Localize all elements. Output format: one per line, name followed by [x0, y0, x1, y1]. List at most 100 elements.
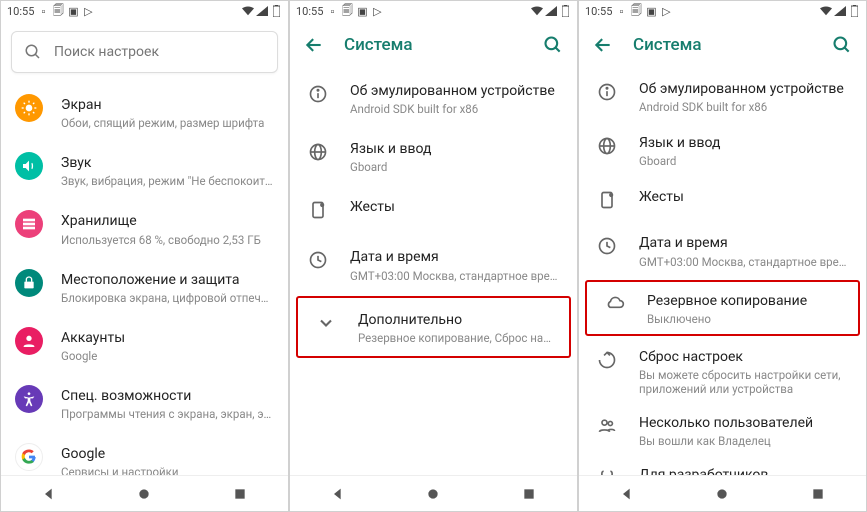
row-title: Звук [61, 154, 274, 172]
signal-icon [545, 5, 557, 17]
row-title: Аккаунты [61, 329, 274, 347]
box-icon: ▫ [37, 5, 49, 17]
row-about[interactable]: Об эмулированном устройствеAndroid SDK b… [290, 69, 577, 127]
nav-home[interactable] [712, 484, 732, 504]
row-accessibility[interactable]: Спец. возможности Программы чтения с экра… [1, 374, 288, 432]
page-title: Система [633, 35, 812, 55]
row-datetime[interactable]: Дата и времяGMT+03:00 Москва, стандартно… [579, 223, 866, 277]
row-language[interactable]: Язык и вводGboard [579, 123, 866, 177]
globe-icon [593, 132, 621, 160]
sound-icon [15, 152, 43, 180]
search-icon [24, 43, 42, 61]
nav-back[interactable] [39, 484, 59, 504]
row-sub: Gboard [639, 154, 852, 168]
row-title: Хранилище [61, 212, 274, 230]
back-button[interactable] [302, 33, 326, 57]
row-sub: Выключено [647, 312, 844, 326]
nav-back[interactable] [328, 484, 348, 504]
row-security[interactable]: Местоположение и защита Блокировка экрана… [1, 258, 288, 316]
row-storage[interactable]: ХранилищеИспользуется 68 %, свободно 2,5… [1, 199, 288, 257]
row-datetime[interactable]: Дата и время GMT+03:00 Москва, стандартно… [290, 235, 577, 293]
status-time: 10:55 [585, 5, 612, 18]
row-title: Сброс настроек [639, 348, 852, 366]
developer-icon [593, 464, 621, 475]
nav-home[interactable] [134, 484, 154, 504]
nav-bar [1, 475, 288, 511]
search-input[interactable] [54, 44, 265, 60]
row-sub: Блокировка экрана, цифровой отпечаток [61, 291, 274, 305]
nav-home[interactable] [423, 484, 443, 504]
clock-icon [304, 246, 332, 274]
gesture-icon [593, 186, 621, 214]
row-google[interactable]: Google Сервисы и настройки [1, 432, 288, 475]
row-title: Жесты [639, 188, 852, 206]
lock-icon [15, 269, 43, 297]
row-title: Google [61, 445, 274, 463]
row-sub: Google [61, 349, 274, 363]
row-accounts[interactable]: Аккаунты Google [1, 316, 288, 374]
row-reset[interactable]: Сброс настроек Вы можете сбросить настрой… [579, 338, 866, 404]
system-list: Об эмулированном устройствеAndroid SDK b… [579, 69, 866, 475]
row-title: Спец. возможности [61, 387, 274, 405]
row-users[interactable]: Несколько пользователейВы вошли как Влад… [579, 404, 866, 456]
row-title: Дата и время [639, 234, 852, 252]
nav-recent[interactable] [230, 484, 250, 504]
row-title: Местоположение и защита [61, 271, 274, 289]
row-title: Дата и время [350, 248, 563, 266]
row-sub: GMT+03:00 Москва, стандартное время [350, 269, 563, 283]
play-icon: ▷ [371, 5, 383, 17]
settings-search[interactable] [11, 31, 278, 73]
search-button[interactable] [541, 33, 565, 57]
storage-icon [15, 210, 43, 238]
file-icon: 🗐 [52, 5, 64, 17]
box-icon: ▫ [615, 5, 627, 17]
row-title: Дополнительно [358, 311, 555, 329]
row-developer[interactable]: Для разработчиков [579, 456, 866, 475]
display-icon [15, 94, 43, 122]
nav-recent[interactable] [808, 484, 828, 504]
back-button[interactable] [591, 33, 615, 57]
file-icon: 🗐 [341, 5, 353, 17]
row-language[interactable]: Язык и вводGboard [290, 127, 577, 185]
status-time: 10:55 [7, 5, 34, 18]
row-backup[interactable]: Резервное копированиеВыключено [585, 280, 860, 336]
search-button[interactable] [830, 33, 854, 57]
settings-main-panel: 10:55 ▫ 🗐 ▣ ▷ ЭкранОбои, спящий режим, р… [0, 0, 289, 512]
play-icon: ▷ [660, 5, 672, 17]
row-advanced[interactable]: ДополнительноРезервное копирование, Сбро… [296, 296, 571, 358]
status-bar: 10:55▫🗐▣▷ [290, 1, 577, 21]
row-sound[interactable]: ЗвукЗвук, вибрация, режим "Не беспокоить… [1, 141, 288, 199]
row-title: Для разработчиков [639, 466, 852, 475]
system-list: Об эмулированном устройствеAndroid SDK b… [290, 69, 577, 475]
nav-back[interactable] [617, 484, 637, 504]
signal-icon [256, 5, 268, 17]
system-panel-expanded: 10:55▫🗐▣▷ Система Об эмулированном устро… [578, 0, 867, 512]
wifi-icon [242, 5, 254, 17]
row-display[interactable]: ЭкранОбои, спящий режим, размер шрифта [1, 83, 288, 141]
settings-list: ЭкранОбои, спящий режим, размер шрифта З… [1, 83, 288, 475]
signal-icon [834, 5, 846, 17]
row-title: Язык и ввод [350, 140, 563, 158]
row-title: Несколько пользователей [639, 414, 852, 432]
row-title: Об эмулированном устройстве [639, 80, 852, 98]
nav-recent[interactable] [519, 484, 539, 504]
gesture-icon [304, 196, 332, 224]
wifi-icon [820, 5, 832, 17]
row-about[interactable]: Об эмулированном устройствеAndroid SDK b… [579, 69, 866, 123]
row-sub: Программы чтения с экрана, экран, элемен… [61, 407, 274, 421]
row-title: Жесты [350, 198, 563, 216]
users-icon [593, 412, 621, 440]
system-panel-collapsed: 10:55▫🗐▣▷ Система Об эмулированном устро… [289, 0, 578, 512]
row-sub: Android SDK built for x86 [350, 102, 563, 116]
battery-icon [559, 5, 571, 17]
clock-icon [593, 232, 621, 260]
account-icon [15, 327, 43, 355]
info-icon [593, 78, 621, 106]
app-bar: Система [579, 21, 866, 69]
chevron-down-icon [312, 309, 340, 337]
row-gestures[interactable]: Жесты [579, 177, 866, 223]
row-gestures[interactable]: Жесты [290, 185, 577, 235]
wifi-icon [531, 5, 543, 17]
row-sub: Вы можете сбросить настройки сети, прило… [639, 368, 852, 396]
row-sub: Сервисы и настройки [61, 465, 274, 475]
